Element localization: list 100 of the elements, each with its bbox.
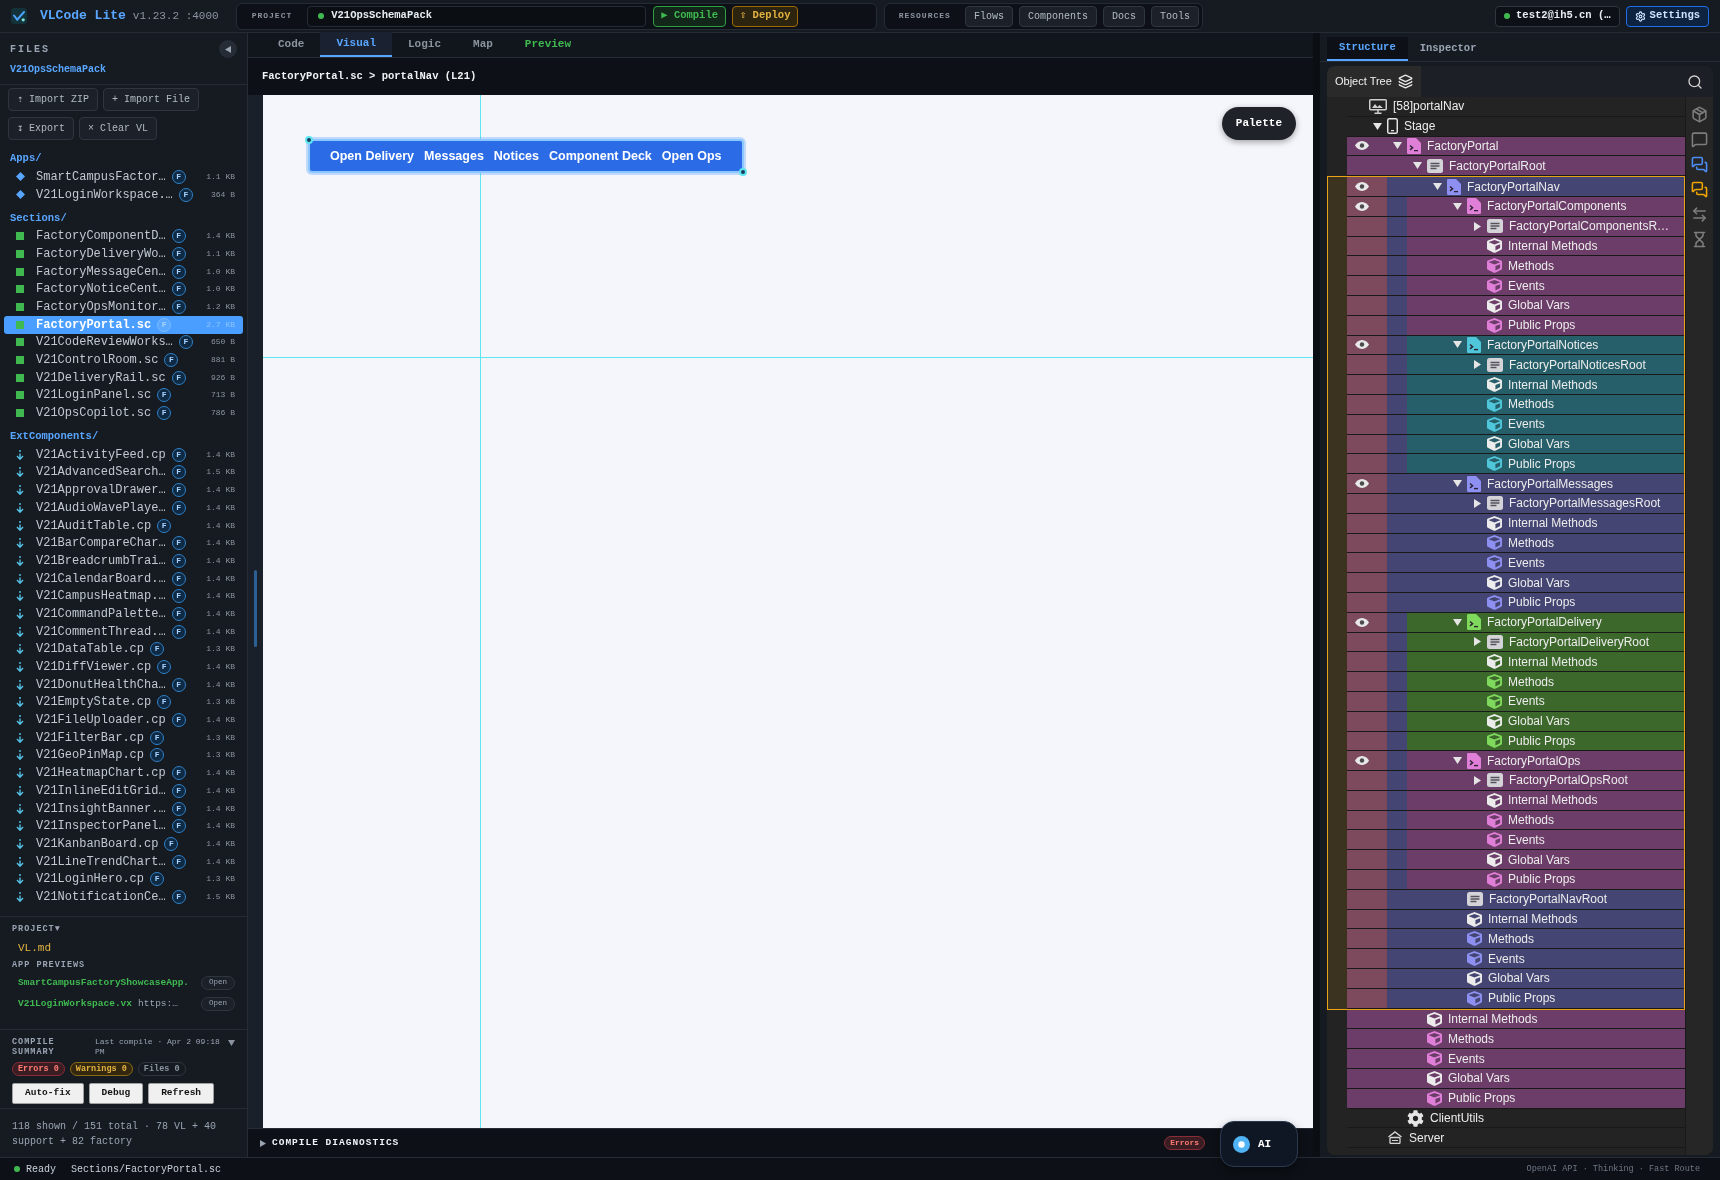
tree-item[interactable]: FactoryPortalOps [1347,751,1684,772]
file-item[interactable]: V21CommentThread.… F 1.4 KB [4,622,243,641]
eye-icon[interactable] [1355,340,1369,350]
object-tree-tab[interactable]: Object Tree [1327,66,1421,97]
compile-button[interactable]: ▶ Compile [653,5,726,27]
resource-link[interactable]: Docs [1102,5,1145,27]
file-item[interactable]: V21FilterBar.cp F 1.3 KB [4,728,243,747]
tree-item[interactable]: Internal Methods [1347,652,1684,673]
file-item[interactable]: V21GeoPinMap.cp F 1.3 KB [4,746,243,765]
tree-item[interactable]: FactoryPortal [1347,136,1685,157]
tree-item[interactable]: [58]portalNav [1347,97,1685,117]
caret-down-icon[interactable] [1452,202,1462,210]
eye-icon[interactable] [1355,756,1369,766]
tree-item[interactable]: ClientUtils [1347,1108,1685,1129]
summary-button[interactable]: Debug [88,1083,144,1104]
file-item[interactable]: V21CalendarBoard.… F 1.4 KB [4,569,243,588]
speech-bubbles-icon[interactable] [1691,181,1708,198]
tree-item[interactable]: Internal Methods [1347,513,1684,534]
tree-item[interactable]: Methods [1347,394,1684,415]
eye-icon[interactable] [1355,141,1369,151]
tree-item[interactable]: Methods [1347,672,1684,692]
file-item[interactable]: V21ControlRoom.sc F 881 B [4,351,243,369]
ai-button[interactable]: AI [1220,1121,1298,1167]
tree-item[interactable]: Events [1347,830,1684,851]
tree-item[interactable]: Public Props [1347,315,1684,336]
tree-item[interactable]: Internal Methods [1347,909,1684,930]
tree-item[interactable]: Global Vars [1347,434,1684,455]
tree-item[interactable]: FactoryPortalNav [1347,177,1684,197]
hourglass-icon[interactable] [1691,231,1708,248]
app-preview-link[interactable]: V21LoginWorkspace.vx [18,996,133,1012]
file-link[interactable]: VL.md [18,941,51,955]
tree-item[interactable]: FactoryPortalMessagesRoot [1347,493,1684,514]
tree-item[interactable]: Stage [1347,116,1685,137]
editor-tab[interactable]: Preview [508,32,588,57]
app-preview-link[interactable]: SmartCampusFactoryShowcaseApp. [18,975,190,991]
file-item[interactable]: V21ActivityFeed.cp F 1.4 KB [4,445,243,464]
tree-item[interactable]: Global Vars [1347,850,1684,871]
file-item[interactable]: SmartCampusFactor… F 1.1 KB [4,168,243,186]
editor-tab[interactable]: Code [262,32,321,57]
caret-right-icon[interactable] [1473,360,1481,370]
tree-item[interactable]: Events [1347,691,1684,712]
tree-item[interactable]: FactoryPortalOpsRoot [1347,771,1684,791]
eye-icon[interactable] [1355,617,1369,627]
nav-link[interactable]: Open Delivery [330,146,415,166]
tree-item[interactable]: FactoryPortalMessages [1347,474,1684,494]
tree-item[interactable]: Public Props [1347,731,1684,752]
file-item[interactable]: V21LoginHero.cp F 1.3 KB [4,870,243,889]
tree-item[interactable]: Public Props [1347,592,1684,613]
file-item[interactable]: V21LoginWorkspace.… F 364 B [4,185,243,204]
speech-bubbles-icon[interactable] [1691,156,1708,173]
search-icon[interactable] [1687,73,1703,90]
file-item[interactable]: V21AudioWavePlaye… F 1.4 KB [4,499,243,517]
action-button[interactable]: × Clear VL [79,117,158,140]
tree-item[interactable]: FactoryPortalNoticesRoot [1347,355,1684,376]
tree-item[interactable]: Public Props [1347,454,1684,475]
file-item[interactable]: FactoryDeliveryWo… F 1.1 KB [4,245,243,263]
file-item[interactable]: V21EmptyState.cp F 1.3 KB [4,693,243,712]
file-item[interactable]: FactoryNoticeCent… F 1.0 KB [4,280,243,299]
tree-item[interactable]: FactoryPortalNotices [1347,335,1684,356]
project-field[interactable]: V21OpsSchemaPack [307,5,647,27]
resize-handle[interactable] [305,136,313,144]
tree-item[interactable]: Methods [1347,533,1684,554]
file-item[interactable]: V21LoginPanel.sc F 713 B [4,386,243,405]
file-item[interactable]: V21OpsCopilot.sc F 786 B [4,404,243,422]
tree-item[interactable]: Methods [1347,929,1684,950]
file-item[interactable]: V21ApprovalDrawer… F 1.4 KB [4,481,243,499]
tree-item[interactable]: Public Props [1347,1088,1685,1109]
nav-link[interactable]: Component Deck [549,146,652,166]
tree-item[interactable]: FactoryPortalComponentsR… [1347,216,1684,237]
summary-button[interactable]: Refresh [148,1083,215,1104]
file-item[interactable]: V21InsightBanner.… F 1.4 KB [4,799,243,818]
eye-icon[interactable] [1355,479,1369,489]
tree-item[interactable]: Global Vars [1347,969,1684,989]
file-item[interactable]: V21FileUploader.cp F 1.4 KB [4,711,243,729]
file-item[interactable]: V21LineTrendChart… F 1.4 KB [4,852,243,871]
tree-item[interactable]: FactoryPortalDeliveryRoot [1347,632,1684,653]
file-item[interactable]: V21AdvancedSearch… F 1.5 KB [4,463,243,482]
file-item[interactable]: FactoryMessageCen… F 1.0 KB [4,262,243,281]
file-item[interactable]: V21CommandPalette… F 1.4 KB [4,605,243,623]
user-pill[interactable]: test2@ih5.cn (… [1495,5,1620,27]
caret-down-icon[interactable] [228,1040,235,1046]
panel-tab[interactable]: Structure [1327,37,1408,61]
file-item[interactable]: V21InspectorPanel… F 1.4 KB [4,817,243,836]
tree-item[interactable]: Public Props [1347,870,1684,890]
file-item[interactable]: V21InlineEditGrid… F 1.4 KB [4,782,243,800]
action-button[interactable]: ⇡ Import ZIP [8,88,99,111]
deploy-button[interactable]: ⇧ Deploy [732,5,799,27]
caret-down-icon[interactable] [1372,122,1382,130]
tree-item[interactable]: Global Vars [1347,573,1684,593]
editor-tab[interactable]: Map [457,32,509,57]
collapse-button[interactable] [219,40,237,58]
file-item[interactable]: V21BreadcrumbTrai… F 1.4 KB [4,552,243,570]
resize-handle[interactable] [738,168,747,176]
tree-item[interactable]: Events [1347,276,1684,296]
palette-button[interactable]: Palette [1221,107,1296,140]
caret-down-icon[interactable] [1452,757,1462,765]
tree-item[interactable]: Internal Methods [1347,375,1684,395]
tree-item[interactable]: Internal Methods [1347,1009,1685,1030]
tree-item[interactable]: Methods [1347,256,1684,277]
resource-link[interactable]: Tools [1150,5,1199,27]
